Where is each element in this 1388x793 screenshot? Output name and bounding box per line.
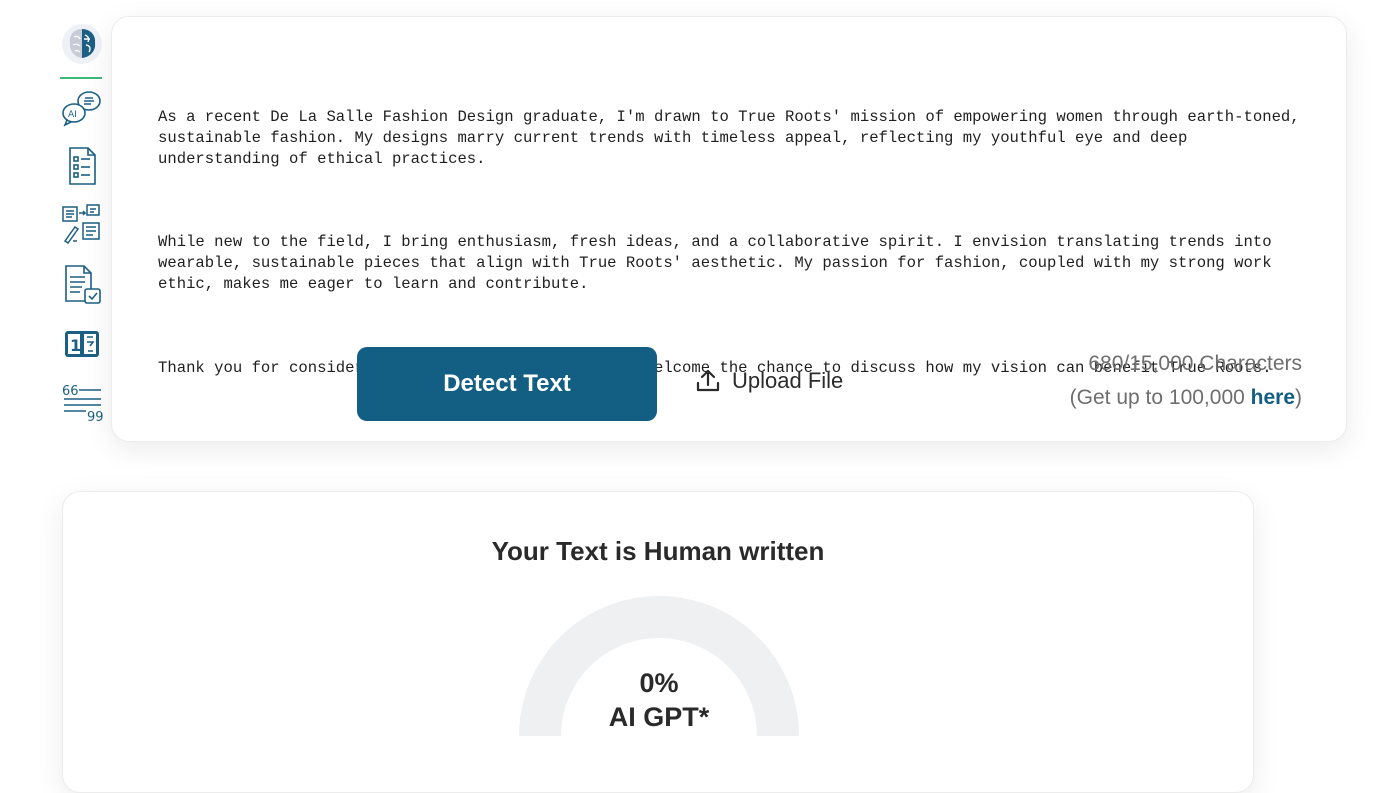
- brain-icon: [62, 24, 102, 64]
- upload-icon: [696, 369, 720, 392]
- tool-rewriter[interactable]: [60, 202, 104, 246]
- editor-paragraph: As a recent De La Salle Fashion Design g…: [158, 107, 1310, 168]
- svg-text:99: 99: [87, 410, 103, 423]
- upgrade-note: (Get up to 100,000 here): [1070, 381, 1302, 415]
- word-counter-icon: 1: [65, 331, 99, 357]
- tool-citation[interactable]: 66 99: [60, 380, 104, 424]
- svg-text:AI: AI: [68, 110, 77, 120]
- quote-icon: 66 99: [62, 384, 103, 423]
- ai-percent: 0%: [639, 668, 679, 698]
- upload-file-button[interactable]: Upload File: [694, 365, 843, 397]
- document-check-icon: [65, 265, 101, 304]
- gauge-label: 0% AI GPT*: [519, 666, 799, 734]
- upgrade-prefix: (Get up to 100,000: [1069, 386, 1251, 409]
- document-list-icon: [69, 147, 96, 185]
- editor-paragraph: While new to the field, I bring enthusia…: [158, 233, 1281, 294]
- upgrade-link[interactable]: here: [1251, 386, 1295, 409]
- upgrade-suffix: ): [1295, 386, 1302, 409]
- upload-file-label: Upload File: [732, 368, 844, 393]
- ai-metric-label: AI GPT*: [608, 702, 710, 732]
- svg-text:66: 66: [62, 384, 79, 399]
- text-editor-card: As a recent De La Salle Fashion Design g…: [111, 16, 1347, 442]
- ai-chat-icon: AI: [62, 91, 101, 127]
- svg-text:1: 1: [70, 336, 81, 355]
- character-count: 680/15,000 Characters: [1088, 352, 1302, 375]
- rewrite-flow-icon: [62, 204, 100, 245]
- detect-text-button[interactable]: Detect Text: [357, 347, 657, 421]
- tool-ai-detector[interactable]: [60, 22, 104, 66]
- tool-document-analyzer[interactable]: [60, 144, 104, 188]
- result-card: Your Text is Human written 0% AI GPT*: [62, 491, 1254, 793]
- tool-word-counter[interactable]: 1: [60, 322, 104, 366]
- tool-plagiarism-check[interactable]: [60, 262, 104, 306]
- active-tool-indicator: [60, 77, 102, 79]
- character-counter: 680/15,000 Characters (Get up to 100,000…: [1070, 347, 1302, 415]
- tool-ai-chat[interactable]: AI: [60, 86, 104, 130]
- result-title: Your Text is Human written: [491, 536, 825, 566]
